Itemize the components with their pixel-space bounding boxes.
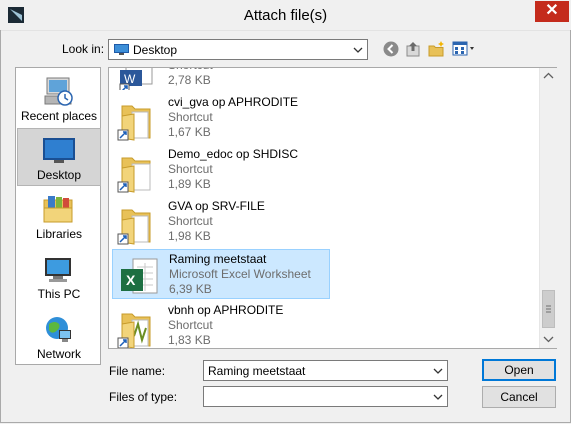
file-size: 2,78 KB [168,73,211,87]
folder-shortcut-icon [117,209,151,245]
new-folder-icon[interactable] [428,40,446,58]
chevron-down-icon[interactable] [432,364,444,378]
file-list[interactable]: W Shortcut 2,78 KB cvi_gva op APHRODITE … [108,67,557,349]
look-in-combo[interactable]: Desktop [108,39,368,60]
place-libraries[interactable]: Libraries [17,188,101,246]
place-network[interactable]: Network [17,308,101,366]
word-shortcut-icon: W [119,68,153,90]
desktop-icon [43,138,75,163]
file-name-combo[interactable]: Raming meetstaat [203,360,448,381]
folder-shortcut-icon [117,105,151,141]
file-type: Shortcut [168,214,213,228]
file-type-select[interactable] [203,386,448,407]
chevron-down-icon[interactable] [432,390,444,404]
scroll-up-icon[interactable] [540,68,557,85]
excel-icon: X [121,258,158,294]
file-size: 6,39 KB [169,282,212,296]
file-type-label: Files of type: [109,390,178,404]
scroll-down-icon[interactable] [540,331,557,348]
file-name: GVA op SRV-FILE [168,199,265,213]
file-size: 1,67 KB [168,125,211,139]
list-item[interactable]: Demo_edoc op SHDISC Shortcut 1,89 KB [112,145,330,195]
look-in-value: Desktop [133,43,178,57]
scrollbar-thumb[interactable] [542,290,555,328]
place-label: Recent places [20,109,98,123]
back-icon[interactable] [382,40,400,58]
file-size: 1,89 KB [168,177,211,191]
libraries-icon [43,196,73,223]
file-type: Shortcut [168,110,213,124]
file-size: 1,83 KB [168,333,211,347]
close-button[interactable]: ✕ [535,1,569,22]
place-label: Network [36,347,81,361]
place-label: Desktop [36,168,82,182]
place-this-pc[interactable]: This PC [17,248,101,306]
file-name: cvi_gva op APHRODITE [168,95,299,109]
file-name-input[interactable]: Raming meetstaat [208,364,305,378]
list-item[interactable]: GVA op SRV-FILE Shortcut 1,98 KB [112,197,330,247]
svg-text:X: X [126,272,136,288]
list-item-selected[interactable]: X Raming meetstaat Microsoft Excel Works… [112,249,330,299]
open-button[interactable]: Open [482,359,556,381]
folder-shortcut-icon [117,313,151,348]
place-label: Libraries [35,227,83,241]
file-name: Demo_edoc op SHDISC [168,147,299,161]
folder-shortcut-icon [117,157,151,193]
recent-places-icon [44,77,73,106]
up-folder-icon[interactable] [405,40,423,58]
file-type: Shortcut [168,162,213,176]
desktop-small-icon [114,44,129,55]
place-recent-places[interactable]: Recent places [17,70,101,128]
places-bar: Recent places Desktop Libraries This PC [15,67,101,365]
file-type: Shortcut [168,318,213,332]
view-menu-icon[interactable] [452,40,478,58]
chevron-down-icon[interactable] [352,43,364,57]
list-item[interactable]: vbnh op APHRODITE Shortcut 1,83 KB [112,301,330,348]
file-type: Microsoft Excel Worksheet [169,267,311,281]
file-type: Shortcut [168,68,213,72]
file-size: 1,98 KB [168,229,211,243]
window-title: Attach file(s) [243,7,328,24]
file-name: vbnh op APHRODITE [168,303,284,317]
this-pc-icon [45,258,71,282]
list-item[interactable]: cvi_gva op APHRODITE Shortcut 1,67 KB [112,93,330,143]
vertical-scrollbar[interactable] [539,68,557,348]
place-label: This PC [37,287,81,301]
network-icon [46,317,71,342]
list-item[interactable]: W Shortcut 2,78 KB [112,68,330,91]
cancel-button[interactable]: Cancel [482,386,556,408]
title-bar: Attach file(s) ✕ [0,0,571,31]
file-name: Raming meetstaat [169,252,267,266]
look-in-label: Look in: [62,42,105,56]
file-name-label: File name: [109,364,166,378]
place-desktop[interactable]: Desktop [17,128,101,186]
